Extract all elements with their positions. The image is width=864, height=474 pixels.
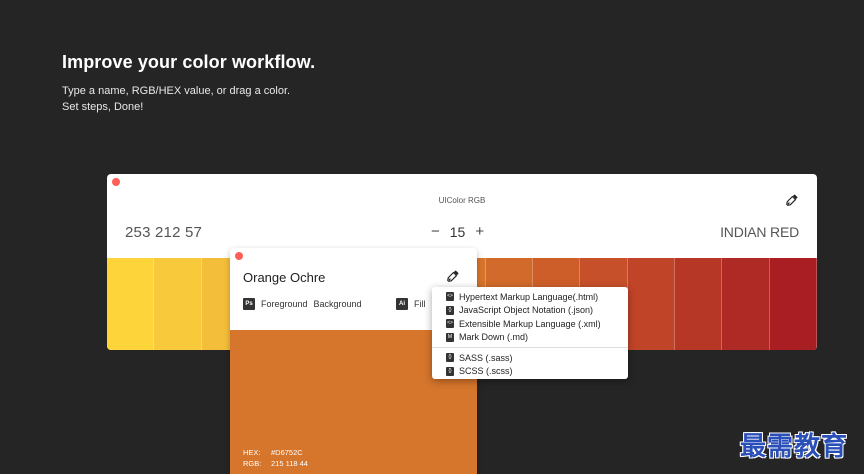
steps-stepper: − 15 + <box>431 223 484 240</box>
hero-subtitle-line-1: Type a name, RGB/HEX value, or drag a co… <box>62 85 291 97</box>
export-menu-item[interactable]: {} SASS (.sass) <box>432 351 628 365</box>
sass-file-icon: {} <box>446 353 454 363</box>
eyedropper-icon[interactable] <box>785 193 799 207</box>
color-swatch[interactable] <box>107 258 155 350</box>
hero-subtitle-line-2: Set steps, Done! <box>62 101 144 113</box>
export-menu: <> Hypertext Markup Language(.html) {} Java… <box>432 287 628 379</box>
menu-separator <box>432 347 628 348</box>
export-menu-item-label: Hypertext Markup Language(.html) <box>459 291 599 302</box>
eyedropper-icon[interactable] <box>446 269 460 283</box>
export-menu-item[interactable]: {} JavaScript Object Notation (.json) <box>432 304 628 318</box>
export-menu-item[interactable]: <> Extensible Markup Language (.xml) <box>432 317 628 331</box>
export-menu-item-label: SCSS (.scss) <box>459 366 513 377</box>
target-color-name-input[interactable]: INDIAN RED <box>720 224 799 240</box>
photoshop-actions: Ps Foreground Background <box>243 298 362 310</box>
export-menu-item-label: Extensible Markup Language (.xml) <box>459 318 601 329</box>
illustrator-actions: Ai Fill <box>396 298 426 310</box>
fill-button[interactable]: Fill <box>414 299 426 309</box>
background-button[interactable]: Background <box>314 299 362 309</box>
card-color-name: Orange Ochre <box>243 270 326 285</box>
close-window-button[interactable] <box>112 178 120 186</box>
markdown-file-icon: M <box>446 332 454 342</box>
json-file-icon: {} <box>446 305 454 315</box>
foreground-button[interactable]: Foreground <box>261 299 308 309</box>
color-swatch[interactable] <box>769 258 817 350</box>
increment-steps-button[interactable]: + <box>475 223 484 240</box>
scss-file-icon: {} <box>446 366 454 376</box>
export-menu-item[interactable]: {} SCSS (.scss) <box>432 365 628 379</box>
rgb-value-input[interactable]: 253 212 57 <box>125 224 202 241</box>
close-card-button[interactable] <box>235 252 243 260</box>
export-menu-item-label: SASS (.sass) <box>459 352 513 363</box>
color-swatch[interactable] <box>674 258 723 350</box>
export-menu-item-label: JavaScript Object Notation (.json) <box>459 305 594 316</box>
html-file-icon: <> <box>446 292 454 302</box>
steps-value[interactable]: 15 <box>450 224 466 240</box>
hex-label: HEX: <box>243 448 261 457</box>
export-menu-item-label: Mark Down (.md) <box>459 332 529 343</box>
rgb-value[interactable]: 215 118 44 <box>271 458 308 469</box>
hex-value[interactable]: #D6752C <box>271 447 303 458</box>
color-swatch[interactable] <box>154 258 202 350</box>
export-menu-item[interactable]: M Mark Down (.md) <box>432 331 628 345</box>
xml-file-icon: <> <box>446 319 454 329</box>
card-color-values: HEX: #D6752C RGB: 215 118 44 <box>243 447 308 469</box>
hero-subtitle: Type a name, RGB/HEX value, or drag a co… <box>62 83 290 115</box>
window-title: UIColor RGB <box>438 196 486 205</box>
hero-title: Improve your color workflow. <box>62 52 316 72</box>
photoshop-icon: Ps <box>243 298 255 310</box>
color-swatch[interactable] <box>722 258 770 350</box>
decrement-steps-button[interactable]: − <box>431 223 440 240</box>
export-menu-item[interactable]: <> Hypertext Markup Language(.html) <box>432 290 628 304</box>
export-menu-group-styles: {} SASS (.sass) {} SCSS (.scss) <box>432 351 628 378</box>
watermark-logo: 最需教育 <box>740 432 849 462</box>
export-menu-group-markup: <> Hypertext Markup Language(.html) {} Java… <box>432 287 628 344</box>
illustrator-icon: Ai <box>396 298 408 310</box>
color-swatch[interactable] <box>627 258 675 350</box>
rgb-label: RGB: <box>243 459 262 468</box>
